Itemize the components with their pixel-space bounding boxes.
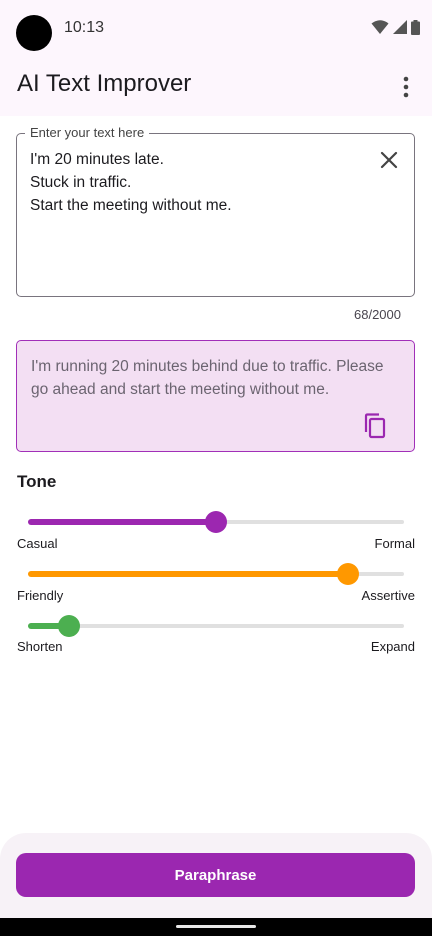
app-bar: AI Text Improver [0, 58, 432, 116]
input-label: Enter your text here [25, 125, 150, 140]
slider-casual-label: Casual [17, 536, 58, 551]
signal-icon [393, 20, 407, 34]
slider-thumb[interactable] [337, 563, 359, 585]
slider-fill [28, 519, 216, 525]
gesture-handle[interactable] [176, 925, 256, 928]
slider-track [28, 624, 404, 628]
casual-formal-slider[interactable] [28, 510, 404, 534]
copy-icon[interactable] [364, 413, 386, 439]
slider-formal-label: Formal [374, 536, 415, 551]
shorten-expand-slider[interactable] [28, 614, 404, 638]
slider-fill [28, 571, 348, 577]
navigation-bar [0, 918, 432, 936]
result-text: I'm running 20 minutes behind due to tra… [31, 358, 384, 398]
close-icon[interactable] [379, 150, 399, 170]
slider-thumb[interactable] [205, 511, 227, 533]
more-vert-icon[interactable] [394, 73, 418, 101]
slider-shorten-label: Shorten [17, 639, 63, 654]
camera-cutout [16, 15, 52, 51]
character-counter: 68/2000 [354, 307, 401, 322]
result-box: I'm running 20 minutes behind due to tra… [16, 340, 415, 452]
app-title: AI Text Improver [17, 70, 192, 97]
slider-assertive-label: Assertive [361, 588, 415, 603]
input-text-field[interactable]: Enter your text here I'm 20 minutes late… [16, 125, 415, 297]
status-time: 10:13 [64, 19, 105, 36]
battery-icon [411, 19, 420, 35]
friendly-assertive-slider[interactable] [28, 562, 404, 586]
slider-friendly-label: Friendly [17, 588, 64, 603]
tone-title: Tone [17, 472, 57, 491]
input-value[interactable]: I'm 20 minutes late. Stuck in traffic. S… [30, 148, 232, 217]
status-bar: 10:13 [0, 0, 432, 58]
slider-thumb[interactable] [58, 615, 80, 637]
paraphrase-button[interactable]: Paraphrase [16, 853, 415, 897]
slider-expand-label: Expand [370, 639, 415, 654]
wifi-icon [371, 20, 389, 34]
status-icons [371, 18, 420, 36]
